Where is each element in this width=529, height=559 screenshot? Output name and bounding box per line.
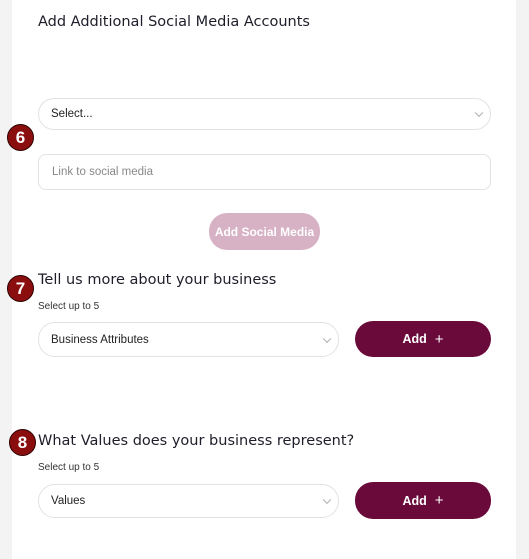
values-heading: What Values does your business represent…: [38, 433, 355, 449]
step-badge-8: 8: [9, 429, 36, 456]
add-button-label: Add: [402, 493, 427, 508]
business-attributes-hint: Select up to 5: [38, 301, 100, 312]
plus-icon: +: [434, 492, 444, 509]
business-attributes-heading: Tell us more about your business: [38, 272, 277, 288]
add-social-media-button[interactable]: Add Social Media: [209, 213, 320, 250]
social-link-input[interactable]: Link to social media: [38, 154, 491, 190]
social-media-heading: Add Additional Social Media Accounts: [38, 14, 310, 30]
plus-icon: +: [434, 330, 444, 348]
social-platform-select[interactable]: Select...: [38, 98, 491, 130]
values-hint: Select up to 5: [38, 462, 100, 473]
social-platform-select-value: Select...: [51, 108, 93, 120]
business-attributes-select-value: Business Attributes: [51, 333, 149, 346]
add-business-attribute-button[interactable]: Add +: [355, 321, 491, 357]
values-select-value: Values: [51, 495, 86, 507]
chevron-down-icon: [322, 334, 332, 343]
chevron-down-icon: [322, 495, 332, 505]
add-button-label: Add: [402, 332, 427, 346]
social-link-placeholder: Link to social media: [52, 166, 153, 178]
values-select[interactable]: Values: [38, 484, 339, 518]
step-badge-7: 7: [7, 275, 34, 302]
chevron-down-icon: [474, 108, 484, 118]
business-attributes-select[interactable]: Business Attributes: [38, 322, 339, 357]
add-value-button[interactable]: Add +: [355, 482, 491, 519]
step-badge-6: 6: [7, 124, 34, 151]
